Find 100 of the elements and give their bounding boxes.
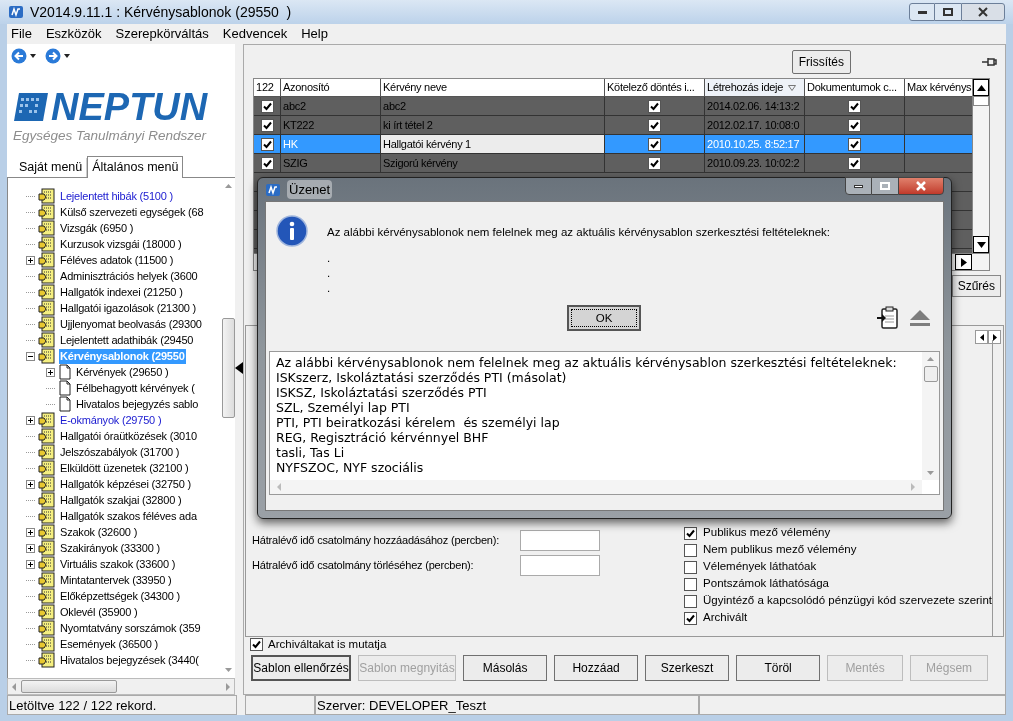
- expand-toggle-icon[interactable]: [26, 415, 35, 425]
- input-field[interactable]: [520, 530, 601, 551]
- menu-item[interactable]: Szerepkörváltás: [115, 24, 209, 44]
- tree-item[interactable]: Lejelentett adathibák (29450: [59, 332, 195, 348]
- checkbox[interactable]: [260, 156, 274, 170]
- sort-icon[interactable]: [788, 84, 796, 91]
- expand-toggle-icon[interactable]: [26, 255, 35, 265]
- expand-toggle-icon[interactable]: [26, 527, 35, 537]
- scrollbar-thumb[interactable]: [21, 680, 117, 693]
- tab-scroll-left-button[interactable]: [975, 330, 988, 344]
- tree-item[interactable]: Hallgatók szakjai (32800 ): [59, 492, 183, 508]
- tree-item[interactable]: Mintatantervek (33950 ): [59, 572, 173, 588]
- scroll-right-button[interactable]: [955, 254, 973, 270]
- action-button[interactable]: Töröl: [736, 655, 821, 681]
- tree-item[interactable]: Szakirányok (33300 ): [59, 540, 161, 556]
- menu-tab[interactable]: Általános menü: [87, 156, 184, 178]
- tree-item[interactable]: Szakok (32600 ): [59, 524, 139, 540]
- tree-item[interactable]: Kurzusok vizsgái (18000 ): [59, 236, 183, 252]
- checkbox[interactable]: [684, 543, 698, 557]
- checkbox[interactable]: [684, 560, 698, 574]
- expand-toggle-icon[interactable]: [26, 543, 35, 553]
- minimize-button[interactable]: [909, 3, 935, 21]
- tree-item[interactable]: Hallgatók indexei (21250 ): [59, 284, 184, 300]
- column-header[interactable]: Dokumentumok c...: [805, 79, 906, 96]
- column-header[interactable]: Azonosító: [281, 79, 382, 96]
- tree-item[interactable]: Félbehagyott kérvények (: [75, 380, 196, 396]
- tree-item[interactable]: Oklevél (35900 ): [59, 604, 139, 620]
- tree-item[interactable]: Adminisztrációs helyek (3600: [59, 268, 199, 284]
- checkbox[interactable]: [684, 611, 698, 625]
- tree-item[interactable]: Külső szervezeti egységek (68: [59, 204, 205, 220]
- menu-item[interactable]: File: [11, 24, 32, 44]
- filter-button[interactable]: Szűrés: [951, 275, 1001, 297]
- collapse-arrow-icon[interactable]: [235, 361, 244, 374]
- tree-item[interactable]: Jelszószabályok (31700 ): [59, 444, 181, 460]
- checkbox[interactable]: [260, 118, 274, 132]
- close-button[interactable]: [961, 3, 1005, 21]
- collapse-toggle-icon[interactable]: [26, 351, 35, 361]
- scroll-up-button[interactable]: [973, 79, 990, 96]
- checkbox[interactable]: [648, 99, 662, 113]
- tree-item[interactable]: Hallgatói igazolások (21300 ): [59, 300, 198, 316]
- tree-item[interactable]: Féléves adatok (11500 ): [59, 252, 175, 268]
- tree-item[interactable]: Ujjlenyomat beolvasás (29300: [59, 316, 203, 332]
- maximize-button[interactable]: [935, 3, 961, 21]
- tree-item[interactable]: Kérvények (29650 ): [75, 364, 170, 380]
- checkbox[interactable]: [848, 156, 862, 170]
- tree-item[interactable]: Hallgatók szakos féléves ada: [59, 508, 198, 524]
- scrollbar-thumb[interactable]: [973, 96, 990, 106]
- action-button[interactable]: Hozzáad: [554, 655, 639, 681]
- ok-button[interactable]: OK: [567, 305, 641, 332]
- action-button[interactable]: Szerkeszt: [645, 655, 730, 681]
- tree-item[interactable]: Hallgatói óraütközések (3010: [59, 428, 198, 444]
- column-header[interactable]: Létrehozás ideje: [705, 79, 806, 96]
- maximize-button[interactable]: [872, 177, 898, 195]
- collapse-icon[interactable]: [909, 309, 931, 328]
- expand-toggle-icon[interactable]: [46, 367, 55, 377]
- tree-item[interactable]: Események (36500 ): [59, 636, 159, 652]
- tree-item[interactable]: E-okmányok (29750 ): [59, 412, 163, 428]
- expand-toggle-icon[interactable]: [26, 479, 35, 489]
- tree-item[interactable]: Nyomtatvány sorszámok (359: [59, 620, 202, 636]
- column-header[interactable]: Kérvény neve: [381, 79, 606, 96]
- input-field[interactable]: [520, 555, 601, 576]
- tree-item[interactable]: Előképzettségek (34300 ): [59, 588, 181, 604]
- checkbox[interactable]: [848, 118, 862, 132]
- tab-scroll-right-button[interactable]: [988, 330, 1001, 344]
- checkbox[interactable]: [648, 137, 662, 151]
- tree-item[interactable]: Hivatalos bejegyzések (3440(: [59, 652, 200, 668]
- action-button[interactable]: Sablon ellenőrzés: [251, 655, 352, 681]
- checkbox[interactable]: [648, 156, 662, 170]
- action-button[interactable]: Másolás: [463, 655, 548, 681]
- caret-icon[interactable]: [29, 53, 37, 59]
- menu-item[interactable]: Kedvencek: [222, 24, 288, 44]
- tree-item[interactable]: Elküldött üzenetek (32100 ): [59, 460, 190, 476]
- tree-item[interactable]: Hallgatók képzései (32750 ): [59, 476, 192, 492]
- tree-item[interactable]: Hivatalos bejegyzés sablo: [75, 396, 200, 412]
- refresh-button[interactable]: Frissítés: [791, 49, 851, 74]
- column-header[interactable]: 122: [254, 79, 282, 96]
- checkbox[interactable]: [848, 99, 862, 113]
- checkbox[interactable]: [848, 137, 862, 151]
- scroll-down-button[interactable]: [973, 236, 990, 253]
- tree-item[interactable]: Virtuális szakok (33600 ): [59, 556, 177, 572]
- checkbox[interactable]: [684, 577, 698, 591]
- checkbox[interactable]: [260, 137, 274, 151]
- checkbox[interactable]: [250, 638, 264, 651]
- column-header[interactable]: Kötelező döntés i...: [605, 79, 706, 96]
- menu-item[interactable]: Eszközök: [45, 24, 102, 44]
- scrollbar-thumb[interactable]: [923, 366, 938, 383]
- menu-item[interactable]: Help: [301, 24, 328, 44]
- minimize-button[interactable]: [845, 177, 872, 195]
- checkbox[interactable]: [684, 526, 698, 540]
- tree-item[interactable]: Vizsgák (6950 ): [59, 220, 135, 236]
- scrollbar-thumb[interactable]: [221, 318, 235, 418]
- pin-icon[interactable]: [981, 55, 997, 68]
- checkbox[interactable]: [684, 594, 698, 608]
- back-icon[interactable]: [11, 48, 27, 64]
- tree-item[interactable]: Lejelentett hibák (5100 ): [59, 188, 175, 204]
- caret-icon[interactable]: [63, 53, 71, 59]
- forward-icon[interactable]: [45, 48, 61, 64]
- checkbox[interactable]: [648, 118, 662, 132]
- close-button[interactable]: [898, 177, 944, 195]
- table-row[interactable]: HK Hallgatói kérvény 1 2010.10.25. 8:52:17: [254, 135, 973, 154]
